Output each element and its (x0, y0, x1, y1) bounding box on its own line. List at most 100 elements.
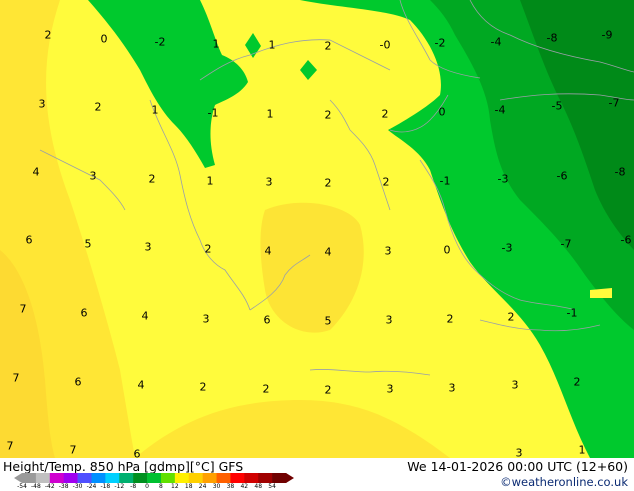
colorbar-tick-label: 0 (145, 483, 149, 490)
temperature-value: 6 (74, 375, 82, 389)
temperature-value: 2 (507, 310, 515, 324)
temperature-value: 3 (38, 97, 46, 111)
temperature-value: 5 (84, 237, 92, 251)
temperature-value: 2 (381, 107, 389, 121)
temperature-value: -7 (560, 237, 572, 251)
temperature-value: 7 (69, 443, 77, 457)
temperature-value: -3 (497, 172, 509, 186)
temperature-value: 3 (385, 313, 393, 327)
colorbar-segment (147, 473, 162, 483)
temperature-value: 4 (32, 165, 40, 179)
temperature-value: -2 (434, 36, 446, 50)
temperature-value: 2 (324, 383, 332, 397)
weather-map: 2 0 -2 1 1 2 -0 -2 -4 -8 -9 3 2 1 -1 1 2 2 0 -4 -5 -7 4 3 2 1 3 2 2 -… (0, 0, 634, 461)
colorbar-tick-label: 18 (184, 483, 193, 490)
temperature-value: -5 (551, 99, 563, 113)
credit-link[interactable]: ©weatheronline.co.uk (500, 475, 628, 489)
colorbar-segment (35, 473, 51, 483)
temperature-field (0, 0, 634, 458)
colorbar-segment (202, 473, 217, 483)
temperature-value: 6 (263, 313, 271, 327)
temperature-value: 2 (324, 108, 332, 122)
temperature-value: 2 (94, 100, 102, 114)
colorbar-segment (63, 473, 78, 483)
temperature-value: 1 (212, 37, 220, 51)
temperature-value: -1 (439, 174, 451, 188)
temperature-value: -6 (620, 233, 632, 247)
temperature-value: -4 (490, 35, 502, 49)
colorbar-segment (216, 473, 231, 483)
colorbar-segment (22, 473, 37, 483)
colorbar-tick-label: 54 (268, 483, 276, 490)
temperature-value: 2 (44, 28, 52, 42)
temperature-value: 0 (438, 105, 446, 119)
temperature-value: 4 (141, 309, 149, 323)
footer-bar: Height/Temp. 850 hPa [gdmp][°C] GFS We 1… (0, 458, 634, 490)
temperature-value: 5 (324, 314, 332, 328)
colorbar-tick-label: -18 (100, 483, 111, 490)
colorbar-tick-label: -48 (30, 483, 41, 490)
colorbar-tick-label: 8 (159, 483, 163, 490)
map-title: Height/Temp. 850 hPa [gdmp][°C] GFS (3, 459, 244, 474)
colorbar-tick-label: 24 (198, 483, 207, 490)
temperature-value: 3 (89, 169, 97, 183)
temperature-value: -8 (546, 31, 558, 45)
colorbar-tick-label: 48 (254, 483, 263, 490)
colorbar-segment (49, 473, 64, 483)
temperature-value: -0 (379, 38, 391, 52)
colorbar-tick-label: -8 (130, 483, 137, 490)
temperature-value: -2 (154, 35, 166, 49)
colorbar-segment (133, 473, 148, 483)
temperature-value: 2 (573, 375, 581, 389)
temperature-value: 7 (6, 439, 14, 453)
temperature-value: 2 (262, 382, 270, 396)
temperature-value: -7 (608, 96, 620, 110)
temperature-value: -4 (494, 103, 506, 117)
colorbar-segment (160, 473, 176, 483)
colorbar-tick-label: -54 (17, 483, 27, 490)
colorbar-tick-label: 12 (171, 483, 179, 490)
temperature-value: 4 (324, 245, 332, 259)
temperature-value: 2 (324, 176, 332, 190)
temperature-value: -9 (601, 28, 613, 42)
temperature-value: -6 (556, 169, 568, 183)
temperature-value: 1 (151, 103, 159, 117)
temperature-value: 3 (144, 240, 152, 254)
temperature-value: 3 (511, 378, 519, 392)
temperature-value: 4 (264, 244, 272, 258)
temperature-value: 3 (265, 175, 273, 189)
temperature-value: 2 (382, 175, 390, 189)
temperature-value: 6 (80, 306, 88, 320)
colorbar-segment (77, 473, 92, 483)
colorbar-arrow-left (14, 473, 22, 483)
temperature-value: -3 (501, 241, 513, 255)
colorbar-tick-label: -38 (58, 483, 69, 490)
temperature-value: 3 (202, 312, 210, 326)
colorbar-segment (230, 473, 245, 483)
temperature-value: -8 (614, 165, 626, 179)
colorbar-segment (91, 473, 106, 483)
temperature-value: 1 (578, 443, 586, 457)
colorbar-segment (244, 473, 259, 483)
temperature-value: -1 (207, 106, 219, 120)
temperature-value: 2 (204, 242, 212, 256)
temperature-value: 4 (137, 378, 145, 392)
colorbar-tick-label: 38 (226, 483, 235, 490)
colorbar-segment (119, 473, 134, 483)
colorbar-segment (258, 473, 273, 483)
colorbar-arrow-right (286, 473, 294, 483)
colorbar-segment (272, 473, 287, 483)
map-datetime: We 14-01-2026 00:00 UTC (12+60) (407, 459, 628, 474)
temperature-value: 7 (19, 302, 27, 316)
temperature-value: -1 (566, 306, 578, 320)
colorbar-tick-label: -24 (86, 483, 97, 490)
temperature-value: 3 (386, 382, 394, 396)
temperature-value: 1 (206, 174, 214, 188)
temperature-value: 1 (268, 38, 276, 52)
temperature-value: 2 (148, 172, 156, 186)
temperature-value: 0 (100, 32, 108, 46)
temperature-value: 2 (199, 380, 207, 394)
colorbar-segment (188, 473, 203, 483)
temperature-value: 3 (448, 381, 456, 395)
colorbar-tick-label: -42 (44, 483, 55, 490)
